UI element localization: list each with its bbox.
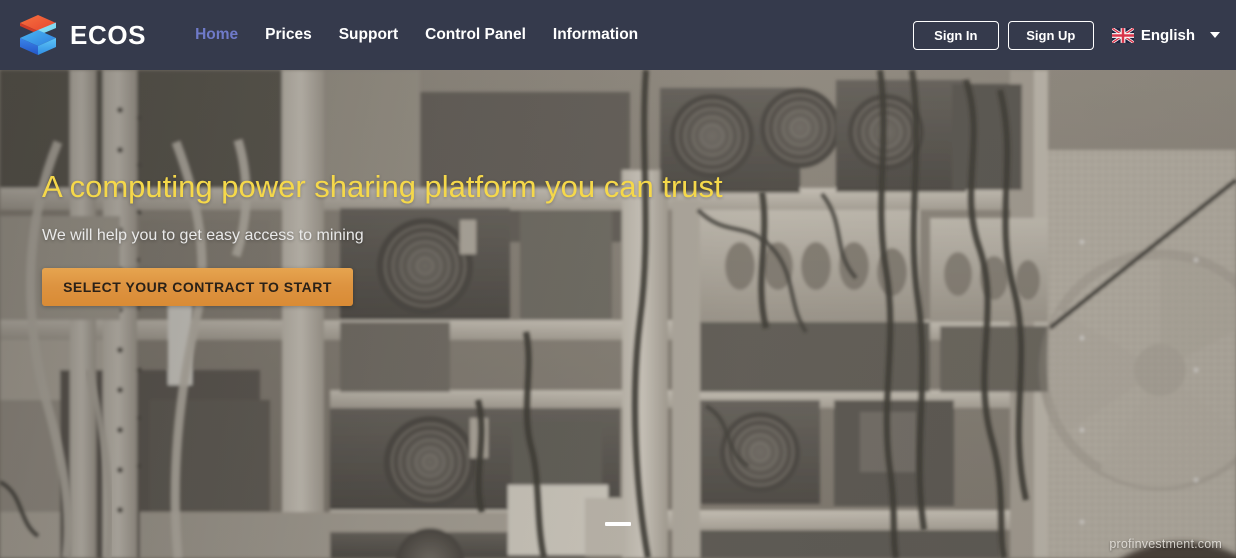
language-label: English: [1140, 26, 1195, 44]
language-selector[interactable]: English: [1111, 26, 1220, 44]
header-actions: Sign In Sign Up English: [912, 20, 1220, 50]
uk-flag-icon: [1111, 27, 1134, 43]
hero-subtitle: We will help you to get easy access to m…: [42, 227, 364, 245]
nav-item-home[interactable]: Home: [195, 27, 238, 43]
hero-slider-pagination: [0, 522, 1236, 526]
page-root: ECOS Home Prices Support Control Panel I…: [0, 0, 1236, 558]
hero-overlay-tint: [0, 70, 1236, 558]
brand-name: ECOS: [70, 20, 147, 50]
nav-item-support[interactable]: Support: [339, 27, 398, 43]
slider-dot-1[interactable]: [605, 522, 631, 526]
nav-item-prices[interactable]: Prices: [265, 27, 312, 43]
sign-up-button[interactable]: Sign Up: [1007, 20, 1094, 50]
nav-item-information[interactable]: Information: [553, 27, 638, 43]
ecos-cube-logo-icon: [20, 15, 56, 55]
select-contract-button[interactable]: SELECT YOUR CONTRACT TO START: [42, 268, 353, 307]
site-header: ECOS Home Prices Support Control Panel I…: [0, 0, 1236, 70]
nav-item-control-panel[interactable]: Control Panel: [425, 27, 526, 43]
hero-slider: A computing power sharing platform you c…: [0, 70, 1236, 558]
main-nav: Home Prices Support Control Panel Inform…: [195, 27, 638, 43]
sign-in-button[interactable]: Sign In: [912, 20, 999, 50]
brand-logo-link[interactable]: ECOS: [18, 13, 146, 57]
chevron-down-icon[interactable]: [1210, 32, 1220, 38]
hero-content: A computing power sharing platform you c…: [42, 169, 942, 307]
hero-title: A computing power sharing platform you c…: [42, 169, 723, 204]
